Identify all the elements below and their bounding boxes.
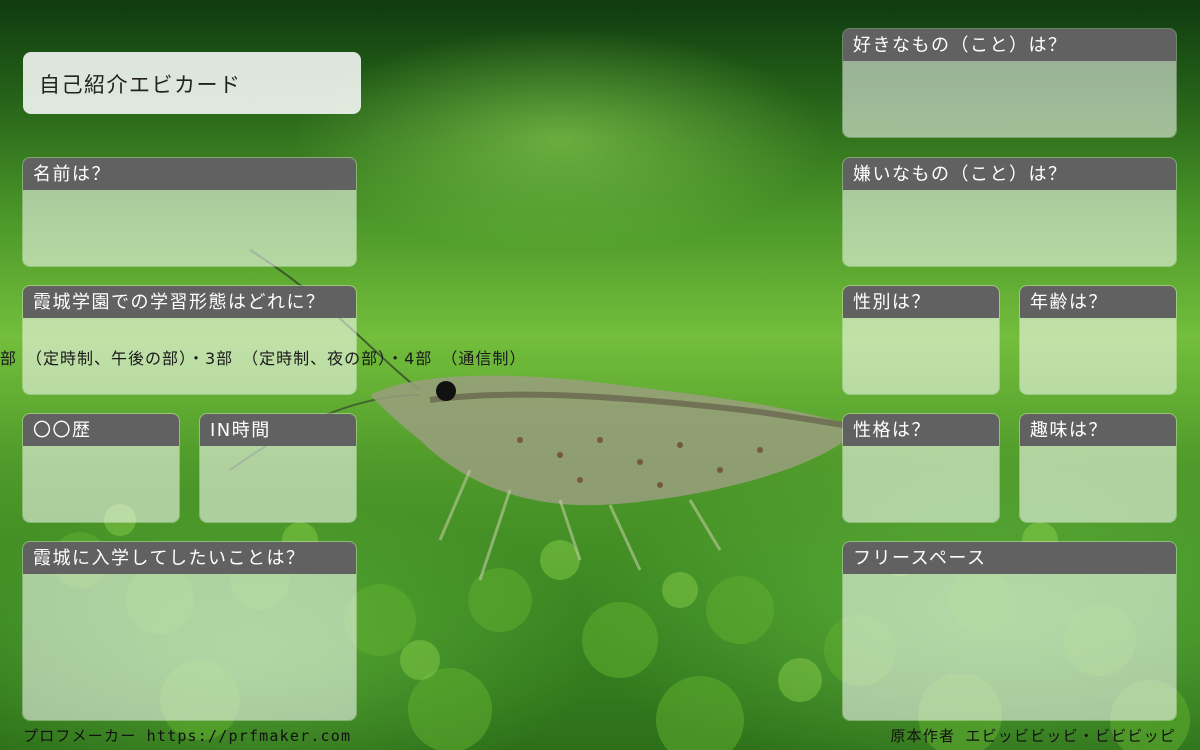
age-field[interactable]: 年齢は？: [1020, 286, 1176, 394]
history-input-area[interactable]: [23, 446, 179, 522]
history-field-label: 〇〇歴: [23, 414, 179, 446]
want-to-do-input-area[interactable]: [23, 574, 356, 720]
study-style-field-label: 霞城学園での学習形態はどれに？: [23, 286, 356, 318]
gender-field-label: 性別は？: [843, 286, 999, 318]
personality-field-label: 性格は？: [843, 414, 999, 446]
card-title: 自己紹介エビカード: [39, 73, 242, 97]
want-to-do-field[interactable]: 霞城に入学してしたいことは？: [23, 542, 356, 720]
free-space-field[interactable]: フリースペース: [843, 542, 1176, 720]
gender-field[interactable]: 性別は？: [843, 286, 999, 394]
personality-input-area[interactable]: [843, 446, 999, 522]
hobby-field[interactable]: 趣味は？: [1020, 414, 1176, 522]
original-author-credit: 原本作者 エビッビビッビ・ビビビッピ: [890, 727, 1176, 745]
dislikes-field-label: 嫌いなもの（こと）は？: [843, 158, 1176, 190]
age-input-area[interactable]: [1020, 318, 1176, 394]
name-field[interactable]: 名前は？: [23, 158, 356, 266]
dislikes-field[interactable]: 嫌いなもの（こと）は？: [843, 158, 1176, 266]
free-space-input-area[interactable]: [843, 574, 1176, 720]
free-space-field-label: フリースペース: [843, 542, 1176, 574]
in-time-field-label: IN時間: [200, 414, 356, 446]
in-time-field[interactable]: IN時間: [200, 414, 356, 522]
dislikes-input-area[interactable]: [843, 190, 1176, 266]
name-field-label: 名前は？: [23, 158, 356, 190]
personality-field[interactable]: 性格は？: [843, 414, 999, 522]
name-input-area[interactable]: [23, 190, 356, 266]
age-field-label: 年齢は？: [1020, 286, 1176, 318]
gender-input-area[interactable]: [843, 318, 999, 394]
likes-field[interactable]: 好きなもの（こと）は？: [843, 29, 1176, 137]
likes-input-area[interactable]: [843, 61, 1176, 137]
maker-credit: プロフメーカー https://prfmaker.com: [23, 727, 352, 745]
history-field[interactable]: 〇〇歴: [23, 414, 179, 522]
want-to-do-field-label: 霞城に入学してしたいことは？: [23, 542, 356, 574]
likes-field-label: 好きなもの（こと）は？: [843, 29, 1176, 61]
hobby-field-label: 趣味は？: [1020, 414, 1176, 446]
card-title-box: 自己紹介エビカード: [23, 52, 361, 114]
study-style-options-text: 部 （定時制、午後の部）・3部 （定時制、夜の部）・4部 （通信制）: [0, 349, 527, 368]
study-style-field[interactable]: 霞城学園での学習形態はどれに？: [23, 286, 356, 394]
hobby-input-area[interactable]: [1020, 446, 1176, 522]
in-time-input-area[interactable]: [200, 446, 356, 522]
